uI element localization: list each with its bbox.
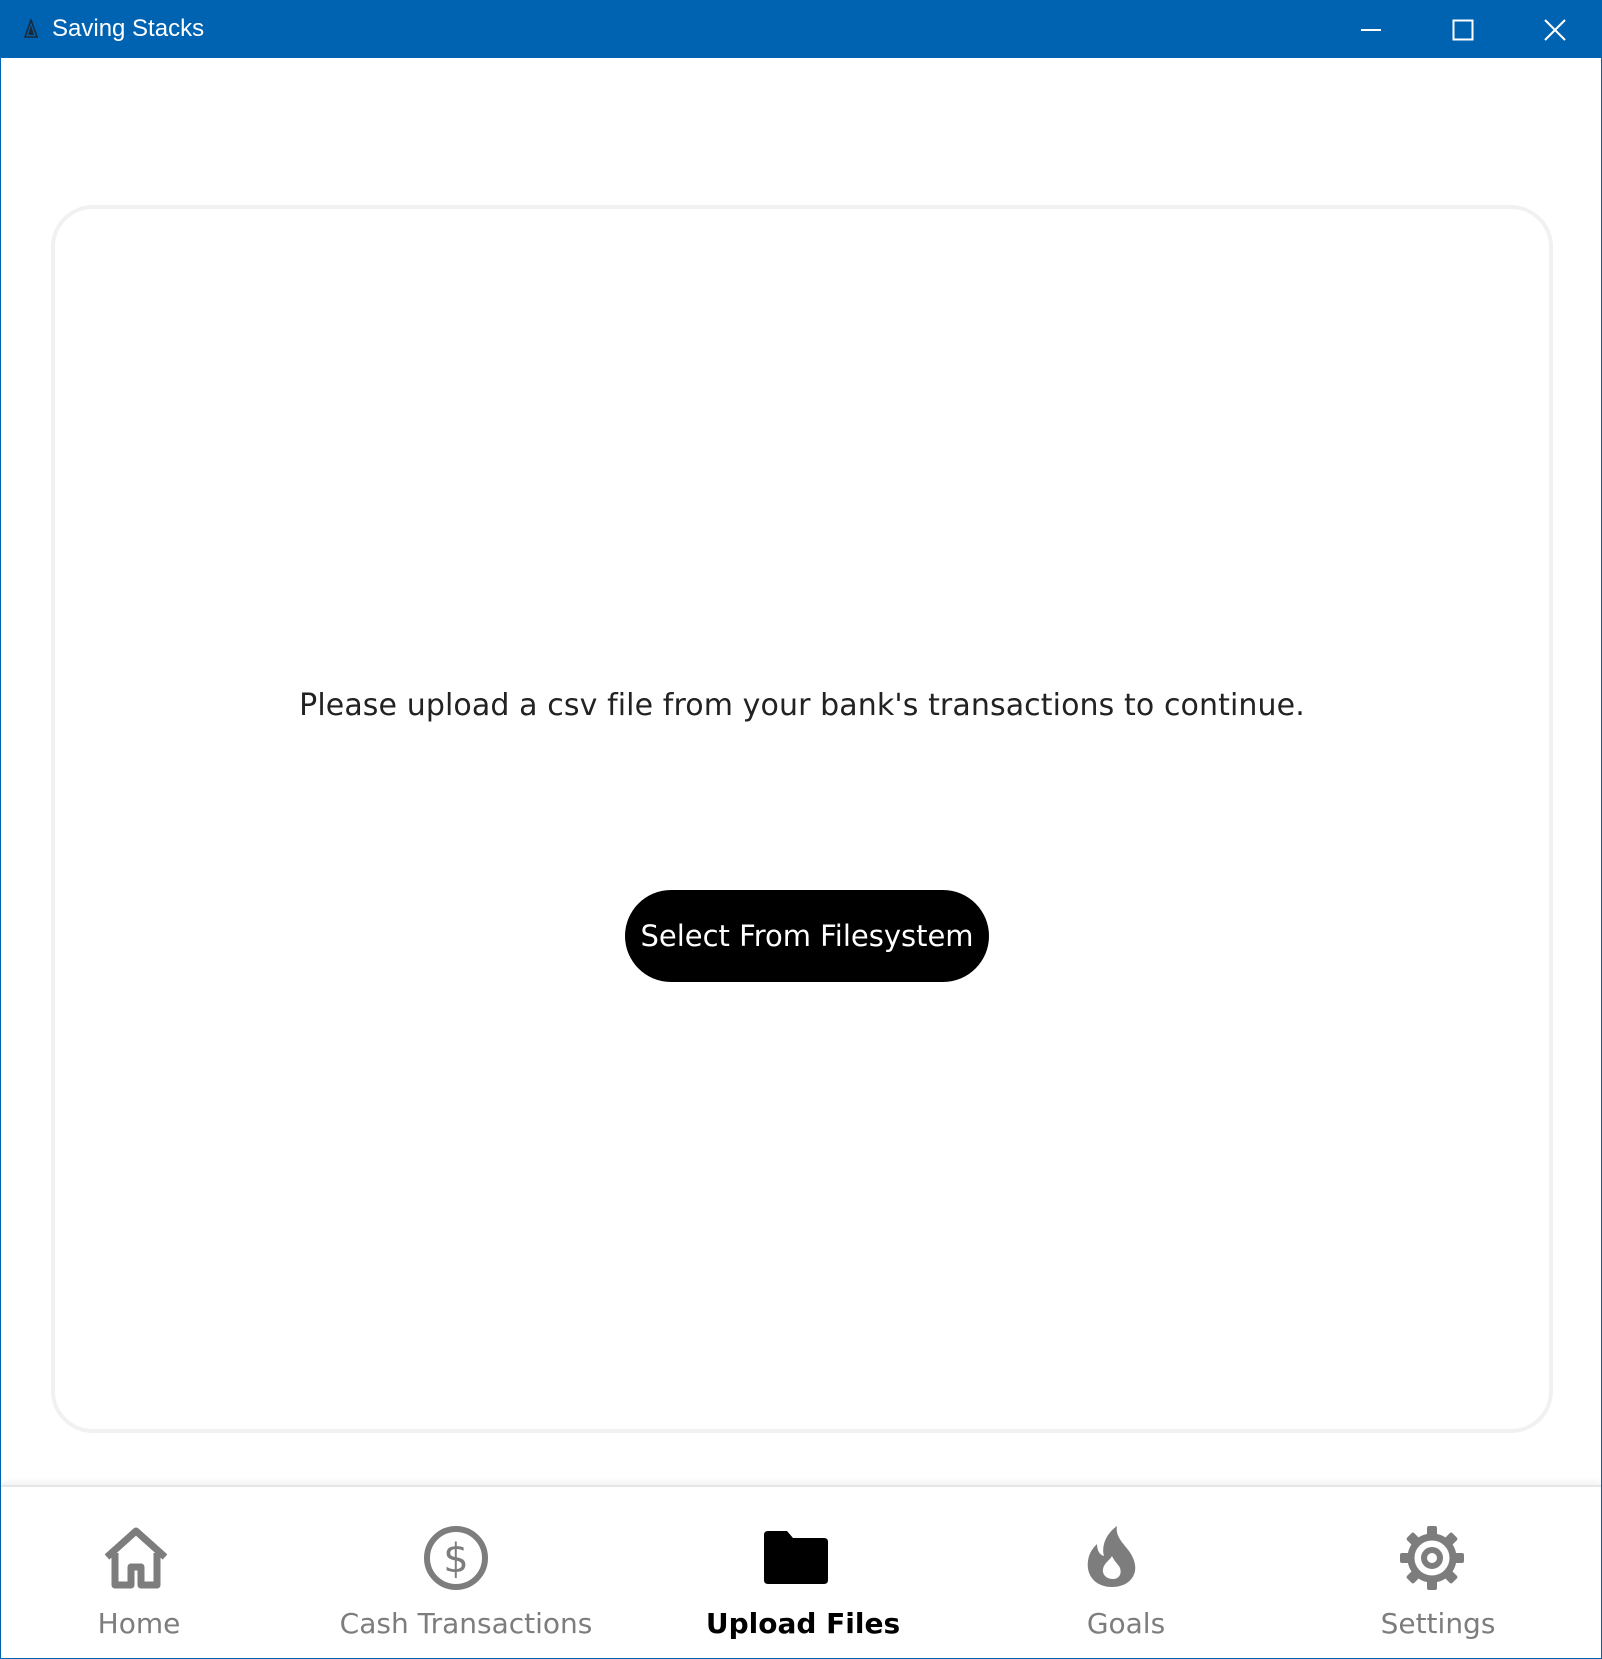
select-from-filesystem-button[interactable]: Select From Filesystem [625, 890, 989, 982]
svg-text:$: $ [443, 1536, 468, 1582]
minimize-button[interactable] [1325, 1, 1417, 58]
nav-item-goals[interactable]: Goals [961, 1487, 1281, 1659]
close-button[interactable] [1509, 1, 1601, 58]
nav-label-upload-files: Upload Files [705, 1607, 901, 1640]
maximize-icon [1452, 19, 1474, 40]
home-icon [104, 1527, 168, 1589]
dollar-circle-icon: $ [424, 1526, 488, 1590]
window-title: Saving Stacks [52, 15, 205, 42]
app-logo-icon [23, 19, 39, 38]
nav-item-home[interactable]: Home [1, 1487, 321, 1659]
nav-label-settings: Settings [1380, 1607, 1496, 1640]
maximize-button[interactable] [1417, 1, 1509, 58]
upload-instructions: Please upload a csv file from your bank'… [299, 688, 1305, 723]
bottom-navigation: Home $ Cash Transactions Upload Files Go… [1, 1485, 1601, 1658]
nav-label-home: Home [97, 1607, 181, 1640]
close-icon [1544, 18, 1566, 41]
minimize-icon [1361, 28, 1381, 31]
nav-item-upload-files[interactable]: Upload Files [641, 1487, 961, 1659]
flame-icon [1087, 1526, 1136, 1587]
folder-icon [764, 1531, 828, 1584]
nav-label-goals: Goals [1086, 1607, 1166, 1640]
gear-icon [1400, 1526, 1464, 1590]
nav-label-cash-transactions: Cash Transactions [339, 1607, 593, 1640]
nav-item-cash-transactions[interactable]: $ Cash Transactions [321, 1487, 641, 1659]
nav-item-settings[interactable]: Settings [1281, 1487, 1601, 1659]
title-bar[interactable]: Saving Stacks [1, 1, 1601, 58]
upload-card: Please upload a csv file from your bank'… [51, 205, 1553, 1433]
app-window: Saving Stacks Please upload a csv file f… [0, 0, 1602, 1659]
